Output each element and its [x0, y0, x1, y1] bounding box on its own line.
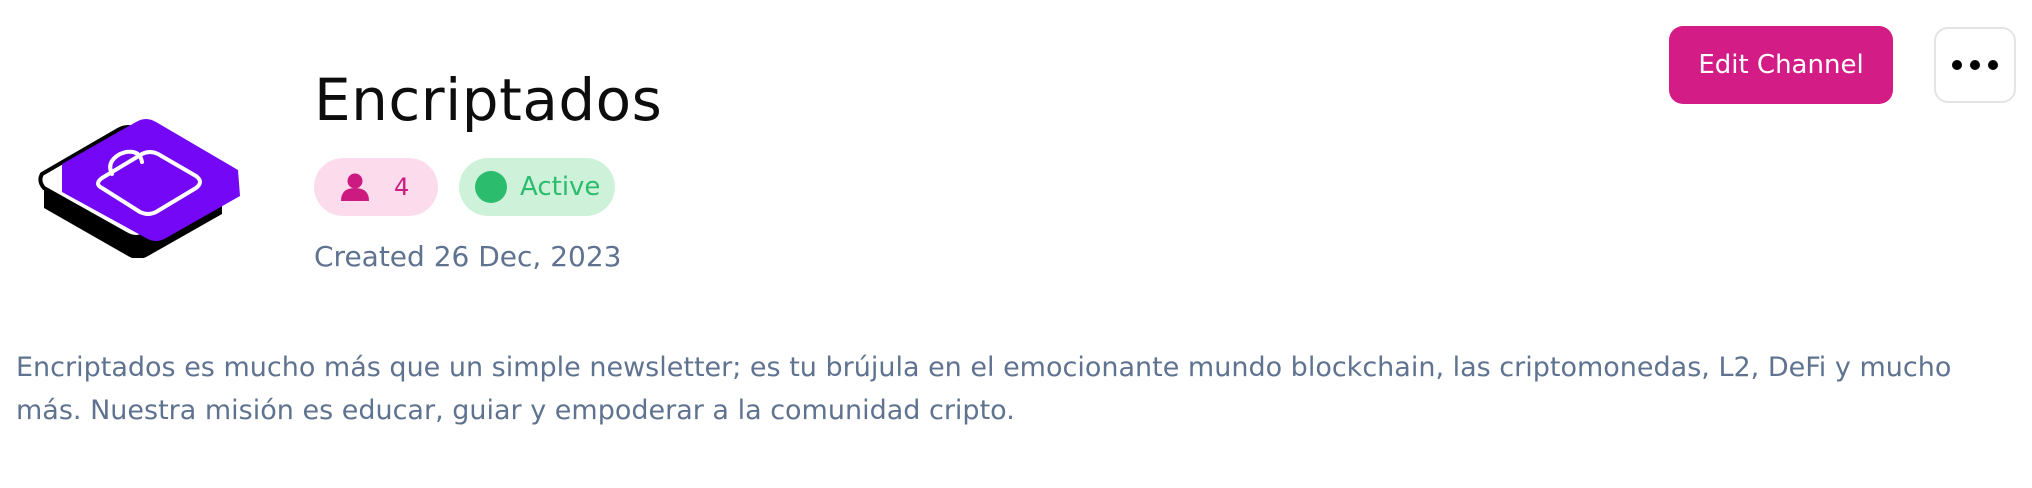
status-dot-icon [475, 171, 507, 203]
channel-badges: 4 Active [314, 158, 662, 216]
more-horizontal-icon [1952, 60, 1998, 70]
channel-description: Encriptados es mucho más que un simple n… [16, 352, 1952, 426]
padlock-stack-logo-icon [38, 119, 240, 259]
more-options-button[interactable] [1934, 27, 2016, 103]
channel-info: Encriptados 4 Active Created 26 Dec, 202… [314, 66, 662, 273]
edit-channel-button[interactable]: Edit Channel [1669, 26, 1893, 104]
user-icon [341, 173, 369, 201]
status-badge: Active [459, 158, 615, 216]
status-label: Active [520, 172, 601, 202]
channel-title: Encriptados [314, 66, 663, 134]
member-count-badge: 4 [314, 158, 438, 216]
channel-logo [36, 78, 254, 259]
member-count: 4 [394, 173, 410, 201]
created-date: Created 26 Dec, 2023 [314, 240, 622, 273]
